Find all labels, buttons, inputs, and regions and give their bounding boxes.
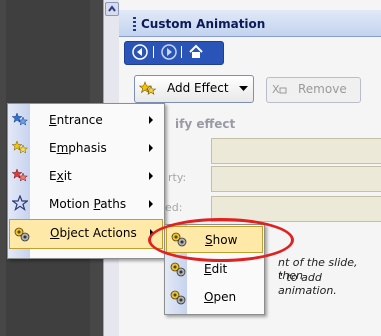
add-effect-label: Add Effect <box>167 81 229 95</box>
edit-action-icon <box>170 262 186 277</box>
entrance-label: Entrance <box>49 113 103 127</box>
remove-label: Remove <box>298 82 347 96</box>
entrance-star-icon <box>12 112 28 126</box>
hint-line-2: " to add animation. <box>278 271 337 297</box>
motion-path-star-icon <box>12 195 28 211</box>
forward-arrow-icon <box>161 44 177 60</box>
grip-handle[interactable] <box>133 17 136 31</box>
start-field <box>211 138 381 164</box>
home-icon <box>189 44 203 58</box>
remove-icon: X <box>272 83 287 96</box>
submenu-arrow-icon <box>149 144 153 152</box>
emphasis-star-icon <box>12 140 28 154</box>
back-button[interactable] <box>130 43 150 61</box>
back-arrow-icon <box>132 44 148 60</box>
chevron-up-icon <box>108 5 116 12</box>
add-effect-star-icon <box>139 81 157 96</box>
submenu-arrow-icon <box>149 116 153 124</box>
property-field <box>211 166 381 192</box>
exit-label: Exit <box>49 169 72 183</box>
highlight-annotation-ellipse <box>148 218 294 262</box>
property-label: rty: <box>168 171 187 184</box>
menu-item-object-actions[interactable]: Object Actions <box>9 219 163 249</box>
nav-separator <box>153 46 154 58</box>
open-action-icon <box>170 290 186 305</box>
motion-paths-label: Motion Paths <box>49 197 127 211</box>
menu-item-emphasis[interactable]: Emphasis <box>8 134 164 162</box>
home-button[interactable] <box>186 43 206 61</box>
open-label: Open <box>204 290 237 304</box>
object-actions-label: Object Actions <box>50 226 137 240</box>
object-actions-icon <box>14 227 30 242</box>
submenu-arrow-icon <box>149 172 153 180</box>
pane-title: Custom Animation <box>141 17 266 31</box>
exit-star-icon <box>12 168 28 182</box>
add-effect-button[interactable]: Add Effect <box>134 75 254 103</box>
emphasis-label: Emphasis <box>49 141 107 155</box>
forward-button[interactable] <box>159 43 179 61</box>
edit-label: Edit <box>204 262 228 276</box>
scroll-up-button[interactable] <box>105 2 119 16</box>
menu-item-entrance[interactable]: Entrance <box>8 106 164 134</box>
submenu-item-open[interactable]: Open <box>165 285 264 311</box>
nav-separator <box>181 46 182 58</box>
submenu-arrow-icon <box>149 200 153 208</box>
modify-effect-heading: ify effect <box>175 117 236 131</box>
dropdown-arrow-icon <box>239 86 248 91</box>
menu-item-motion-paths[interactable]: Motion Paths <box>8 190 164 218</box>
add-effect-menu: Entrance Emphasis Exit Motion Paths Obje… <box>7 103 165 259</box>
menu-item-exit[interactable]: Exit <box>8 162 164 190</box>
speed-label: ed: <box>165 201 183 214</box>
remove-button: X Remove <box>266 77 361 103</box>
svg-text:X: X <box>272 83 280 96</box>
